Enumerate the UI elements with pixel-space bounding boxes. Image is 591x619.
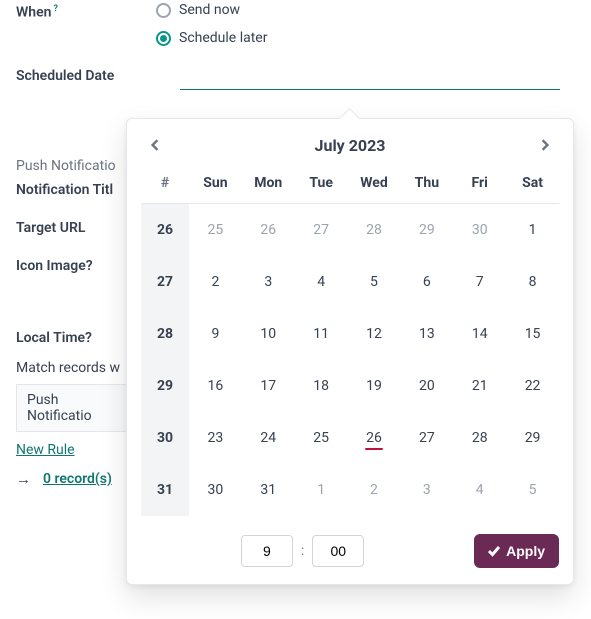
calendar-weekday-header: Mon: [242, 165, 295, 204]
new-rule-link[interactable]: New Rule: [16, 442, 75, 458]
calendar-week-number: 28: [141, 308, 189, 360]
calendar-day[interactable]: 22: [506, 360, 559, 412]
calendar-hour-input[interactable]: [241, 535, 293, 567]
chevron-right-icon: [539, 139, 551, 151]
calendar-weekday-header: Tue: [295, 165, 348, 204]
calendar-day[interactable]: 27: [400, 412, 453, 464]
calendar-day[interactable]: 30: [453, 204, 506, 256]
schedule-later-radio[interactable]: Schedule later: [156, 28, 575, 56]
calendar-apply-button[interactable]: Apply: [474, 534, 559, 568]
when-help-icon[interactable]: ?: [53, 4, 57, 14]
calendar-day[interactable]: 16: [189, 360, 242, 412]
calendar-weekday-header: Sun: [189, 165, 242, 204]
calendar-day[interactable]: 4: [453, 464, 506, 516]
calendar-grid: #SunMonTueWedThuFriSat262526272829301272…: [141, 165, 559, 516]
icon-image-help-icon[interactable]: ?: [86, 258, 93, 274]
calendar-day[interactable]: 29: [506, 412, 559, 464]
records-count-link[interactable]: 0 record(s): [43, 471, 112, 487]
calendar-day[interactable]: 7: [453, 256, 506, 308]
calendar-day[interactable]: 1: [295, 464, 348, 516]
calendar-week-number: 27: [141, 256, 189, 308]
calendar-week-number: 30: [141, 412, 189, 464]
chevron-left-icon: [149, 139, 161, 151]
calendar-day[interactable]: 28: [453, 412, 506, 464]
calendar-day[interactable]: 30: [189, 464, 242, 516]
calendar-day[interactable]: 9: [189, 308, 242, 360]
calendar-day[interactable]: 24: [242, 412, 295, 464]
calendar-weekno-header: #: [141, 165, 189, 204]
send-now-radio[interactable]: Send now: [156, 0, 575, 28]
calendar-weekday-header: Wed: [348, 165, 401, 204]
calendar-week-number: 26: [141, 204, 189, 256]
calendar-title: July 2023: [315, 136, 386, 155]
calendar-day[interactable]: 11: [295, 308, 348, 360]
calendar-day[interactable]: 14: [453, 308, 506, 360]
calendar-day[interactable]: 26: [348, 412, 401, 464]
calendar-week-number: 29: [141, 360, 189, 412]
calendar-day[interactable]: 31: [242, 464, 295, 516]
calendar-day[interactable]: 12: [348, 308, 401, 360]
calendar-next-button[interactable]: [535, 135, 555, 155]
calendar-day[interactable]: 3: [400, 464, 453, 516]
calendar-weekday-header: Sat: [506, 165, 559, 204]
calendar-day[interactable]: 3: [242, 256, 295, 308]
calendar-day[interactable]: 5: [506, 464, 559, 516]
calendar-weekday-header: Fri: [453, 165, 506, 204]
calendar-day[interactable]: 27: [295, 204, 348, 256]
calendar-day[interactable]: 15: [506, 308, 559, 360]
match-records-select[interactable]: Push Notificatio: [16, 384, 136, 432]
local-time-help-icon[interactable]: ?: [85, 330, 92, 346]
calendar-day[interactable]: 10: [242, 308, 295, 360]
calendar-day[interactable]: 17: [242, 360, 295, 412]
calendar-day[interactable]: 19: [348, 360, 401, 412]
calendar-minute-input[interactable]: [312, 535, 364, 567]
scheduled-date-input[interactable]: [180, 64, 560, 90]
send-now-label: Send now: [179, 2, 240, 18]
calendar-day[interactable]: 26: [242, 204, 295, 256]
calendar-day[interactable]: 4: [295, 256, 348, 308]
time-colon: :: [301, 543, 304, 559]
scheduled-date-label: Scheduled Date: [16, 64, 156, 84]
schedule-later-label: Schedule later: [179, 30, 267, 46]
calendar-day[interactable]: 5: [348, 256, 401, 308]
calendar-day[interactable]: 25: [189, 204, 242, 256]
calendar-day[interactable]: 1: [506, 204, 559, 256]
calendar-day[interactable]: 8: [506, 256, 559, 308]
calendar-weekday-header: Thu: [400, 165, 453, 204]
calendar-day[interactable]: 28: [348, 204, 401, 256]
calendar-popover: July 2023 #SunMonTueWedThuFriSat26252627…: [126, 118, 574, 585]
calendar-week-number: 31: [141, 464, 189, 516]
calendar-day[interactable]: 25: [295, 412, 348, 464]
calendar-day[interactable]: 18: [295, 360, 348, 412]
calendar-day[interactable]: 6: [400, 256, 453, 308]
calendar-day[interactable]: 2: [348, 464, 401, 516]
check-icon: [488, 545, 500, 557]
radio-unchecked-icon: [156, 3, 171, 18]
calendar-time-group: :: [241, 535, 364, 567]
calendar-day[interactable]: 21: [453, 360, 506, 412]
calendar-day[interactable]: 13: [400, 308, 453, 360]
arrow-right-icon: →: [16, 470, 31, 488]
calendar-day[interactable]: 20: [400, 360, 453, 412]
calendar-day[interactable]: 2: [189, 256, 242, 308]
when-label: When?: [16, 0, 156, 21]
calendar-day[interactable]: 29: [400, 204, 453, 256]
radio-checked-icon: [156, 31, 171, 46]
calendar-day[interactable]: 23: [189, 412, 242, 464]
apply-label: Apply: [506, 543, 545, 559]
calendar-prev-button[interactable]: [145, 135, 165, 155]
